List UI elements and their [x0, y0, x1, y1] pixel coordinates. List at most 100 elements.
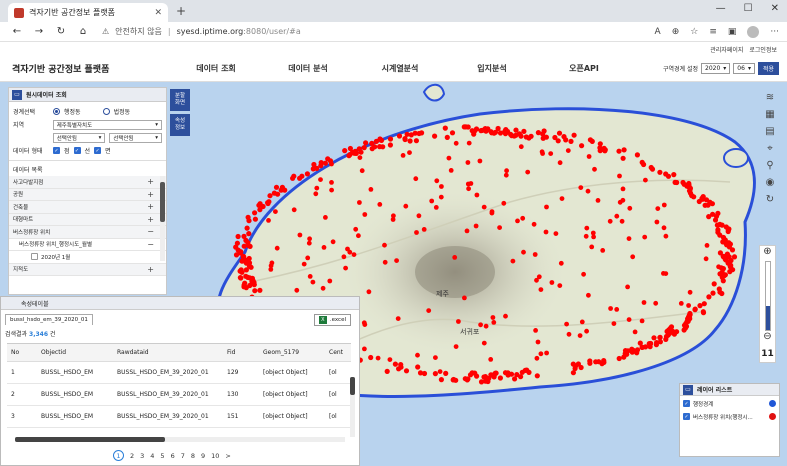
zoom-icon[interactable]: ⊕: [672, 27, 680, 37]
page-4[interactable]: 4: [150, 452, 154, 460]
minus-icon[interactable]: −: [147, 227, 154, 236]
zoom-slider[interactable]: [764, 261, 771, 331]
map-icon[interactable]: ▤: [765, 126, 774, 137]
reload-icon[interactable]: ↻: [52, 26, 70, 37]
layer-item[interactable]: ✓ 버스정류장 위치(행정시...: [680, 411, 779, 422]
excel-export-button[interactable]: X .excel: [313, 314, 351, 326]
table-row[interactable]: 1 BUSSL_HSDO_EM BUSSL_HSDO_EM_39_2020_01 12…: [7, 361, 351, 384]
favorite-star-icon[interactable]: ☆: [690, 27, 698, 37]
plus-icon[interactable]: +: [147, 215, 154, 224]
admin-link[interactable]: 관리자페이지: [710, 45, 743, 54]
camera-icon[interactable]: ◉: [766, 177, 775, 188]
window-icon: ▭: [683, 384, 693, 395]
list-item[interactable]: 사고다발지점 +: [9, 176, 166, 189]
list-subitem-month[interactable]: 2020년 1월: [9, 251, 166, 264]
plus-icon[interactable]: +: [147, 202, 154, 211]
zoom-in-icon[interactable]: ⊕: [763, 246, 771, 261]
table-vertical-scrollbar[interactable]: [350, 377, 355, 437]
year-select[interactable]: 2020 ▾: [701, 63, 731, 74]
page-3[interactable]: 3: [140, 452, 144, 460]
menu-timeseries[interactable]: 시계열분석: [354, 63, 446, 74]
new-tab-button[interactable]: +: [176, 4, 186, 18]
forward-arrow-icon[interactable]: →: [30, 26, 48, 37]
favicon-icon: [14, 7, 24, 18]
checkbox-polygon[interactable]: ✓: [94, 147, 102, 154]
checkbox-line[interactable]: ✓: [73, 147, 81, 154]
layer-color-dot: [769, 413, 776, 420]
region-field-label: 지역: [13, 122, 25, 129]
checkbox-month[interactable]: [31, 253, 38, 261]
home-icon[interactable]: ⌂: [74, 26, 92, 37]
url-field[interactable]: ⚠ 안전하지 않음 | syesd.iptime.org:8080/user/#…: [102, 26, 301, 37]
plus-icon[interactable]: +: [147, 190, 154, 199]
list-item[interactable]: 건축물 +: [9, 201, 166, 214]
page-2[interactable]: 2: [130, 452, 134, 460]
page-6[interactable]: 6: [171, 452, 175, 460]
col-rawdataid[interactable]: Rawdataid: [113, 344, 223, 362]
layer-item[interactable]: ✓ 행정경계: [680, 398, 779, 409]
table-row[interactable]: 3 BUSSL_HSDO_EM BUSSL_HSDO_EM_39_2020_01 15…: [7, 405, 351, 428]
layers-icon[interactable]: ≋: [766, 92, 774, 103]
table-horizontal-scrollbar[interactable]: [15, 437, 345, 442]
refresh-icon[interactable]: ↻: [766, 194, 774, 205]
layer-checkbox[interactable]: ✓: [683, 400, 690, 407]
menu-location-analysis[interactable]: 입지분석: [446, 63, 538, 74]
apply-button[interactable]: 적용: [757, 62, 779, 75]
location-pin-icon[interactable]: ⌖: [767, 143, 773, 154]
list-item[interactable]: 대형마트 +: [9, 213, 166, 226]
window-close-icon[interactable]: ✕: [771, 3, 779, 14]
col-geom[interactable]: Geom_5179: [259, 344, 325, 362]
region-select[interactable]: 제주특별자치도 ▾: [52, 119, 162, 130]
list-item[interactable]: 버스정류장 위치 −: [9, 226, 166, 239]
plus-icon[interactable]: +: [147, 177, 154, 186]
site-logo[interactable]: 격자기반 공간정보 플랫폼: [0, 62, 170, 75]
login-info-link[interactable]: 로그인정보: [749, 45, 777, 54]
excel-icon: X: [318, 316, 327, 324]
col-fid[interactable]: Fid: [223, 344, 259, 362]
radio-admin-dong[interactable]: [53, 108, 60, 115]
read-aloud-icon[interactable]: A: [655, 27, 661, 37]
next-page-icon[interactable]: >: [225, 452, 230, 460]
menu-data-analysis[interactable]: 데이터 분석: [262, 63, 354, 74]
page-9[interactable]: 9: [201, 452, 205, 460]
page-1[interactable]: 1: [113, 450, 124, 461]
month-select[interactable]: 06 ▾: [733, 63, 755, 74]
street-view-icon[interactable]: ⚲: [766, 160, 773, 171]
layer-checkbox[interactable]: ✓: [683, 413, 690, 420]
page-8[interactable]: 8: [191, 452, 195, 460]
city-select[interactable]: 선택안됨 ▾: [52, 132, 106, 143]
col-no[interactable]: No: [7, 344, 37, 362]
security-warning: 안전하지 않음: [115, 27, 162, 36]
favorites-icon[interactable]: ≡: [709, 27, 717, 37]
back-arrow-icon[interactable]: ←: [8, 26, 26, 37]
attribute-info-tab[interactable]: 속성 정보: [170, 114, 190, 136]
district-select[interactable]: 선택안됨 ▾: [109, 132, 162, 143]
list-item[interactable]: 지적도 +: [9, 263, 166, 276]
radio-legal-dong[interactable]: [102, 108, 110, 115]
minimize-icon[interactable]: —: [716, 3, 726, 14]
collections-icon[interactable]: ▣: [728, 27, 737, 37]
zoom-out-icon[interactable]: ⊖: [763, 331, 771, 346]
tab-layer[interactable]: bussl_hsdo_em_39_2020_01: [5, 314, 93, 325]
plus-icon[interactable]: +: [147, 265, 154, 274]
browser-tab[interactable]: 격자기반 공간정보 플랫폼 ✕: [8, 3, 168, 22]
split-screen-tab[interactable]: 분할 화면: [170, 89, 190, 111]
maximize-icon[interactable]: ☐: [744, 3, 753, 14]
profile-avatar[interactable]: [747, 25, 760, 38]
grid-icon[interactable]: ▦: [765, 109, 774, 120]
panel-scrollbar[interactable]: [160, 176, 165, 261]
list-item[interactable]: 공원 +: [9, 188, 166, 201]
menu-data-query[interactable]: 데이터 조회: [170, 63, 262, 74]
table-row[interactable]: 2 BUSSL_HSDO_EM BUSSL_HSDO_EM_39_2020_01 13…: [7, 383, 351, 406]
page-7[interactable]: 7: [181, 452, 185, 460]
menu-open-api[interactable]: 오픈API: [538, 63, 630, 74]
col-cent[interactable]: Cent: [325, 344, 351, 362]
minus-icon[interactable]: −: [147, 240, 154, 249]
checkbox-point[interactable]: ✓: [53, 147, 60, 154]
more-menu-icon[interactable]: ···: [770, 27, 779, 37]
tab-close-icon[interactable]: ✕: [154, 8, 162, 18]
list-subitem[interactable]: 버스정류장 위치_행정시도_월별 −: [9, 238, 166, 251]
page-10[interactable]: 10: [211, 452, 219, 460]
page-5[interactable]: 5: [160, 452, 164, 460]
col-objectid[interactable]: Objectid: [37, 344, 113, 362]
